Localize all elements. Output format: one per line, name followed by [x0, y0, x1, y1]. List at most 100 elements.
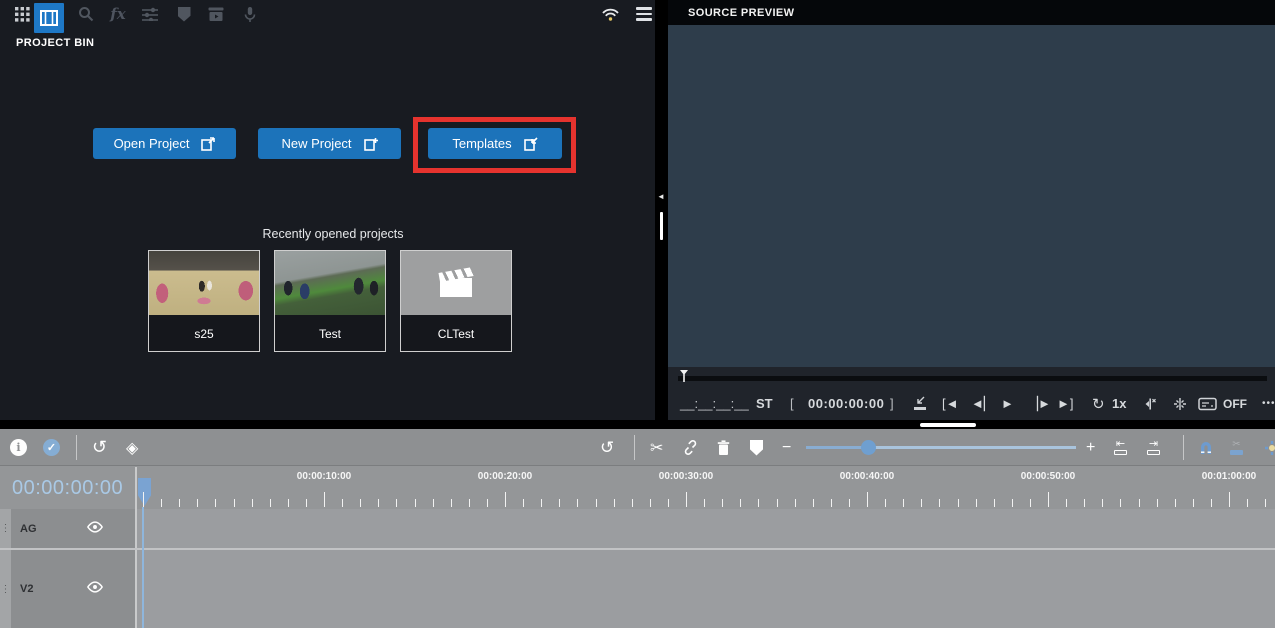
- ruler-tick: [1265, 499, 1267, 507]
- vertical-resize-handle[interactable]: [660, 212, 663, 240]
- project-card-s25[interactable]: s25: [148, 250, 260, 352]
- track-visibility-eye-icon[interactable]: [86, 520, 104, 538]
- waveform-fit-icon[interactable]: [1172, 387, 1188, 420]
- scrubber-playhead-icon[interactable]: [679, 369, 689, 388]
- track-lane-ag[interactable]: [137, 509, 1275, 548]
- timeline-ruler[interactable]: 00:00:10:00 00:00:20:00 00:00:30:00 00:00:4…: [137, 467, 1275, 509]
- ruler-tick: [885, 499, 887, 507]
- panel-divider-vertical[interactable]: ◄: [655, 0, 668, 420]
- adjust-sliders-icon[interactable]: [136, 0, 164, 28]
- shift-clip-right-icon[interactable]: ⇥: [1147, 429, 1160, 466]
- apps-grid-icon[interactable]: [8, 0, 36, 28]
- step-back-icon[interactable]: ◄▏: [971, 387, 994, 420]
- marker-shield-icon[interactable]: [170, 0, 198, 28]
- snap-magnet-icon[interactable]: [1198, 429, 1214, 466]
- source-timecode: __:__:__:__: [680, 396, 749, 411]
- project-thumbnail: [275, 251, 385, 315]
- delete-icon[interactable]: [716, 429, 731, 466]
- ruler-tick: [740, 499, 742, 507]
- project-bin-icon[interactable]: [34, 3, 64, 33]
- slider-track-filled: [806, 446, 868, 449]
- ruler-tick: [450, 499, 452, 507]
- clapperboard-icon: [401, 251, 511, 315]
- open-project-button[interactable]: Open Project: [93, 128, 236, 159]
- shift-clip-left-icon[interactable]: ⇤: [1114, 429, 1127, 466]
- track-lane-v2[interactable]: [137, 550, 1275, 628]
- ruler-tick: [1048, 492, 1049, 507]
- ruler-tick: [903, 499, 905, 507]
- ruler-tick: [1120, 499, 1122, 507]
- source-preview-viewport[interactable]: [668, 25, 1275, 367]
- history-icon[interactable]: ↺: [600, 429, 614, 466]
- layers-icon[interactable]: ◈: [126, 429, 138, 466]
- ruler-tick: [161, 499, 163, 507]
- unlink-icon[interactable]: [682, 429, 699, 466]
- timeline-panel: i ✓ ↺ ◈ ↺ ✂ − + ⇤ ⇥ ✂ 00:00:00:00 00:00:…: [0, 429, 1275, 628]
- new-project-button[interactable]: New Project: [258, 128, 401, 159]
- step-forward-icon[interactable]: ▕►: [1028, 387, 1051, 420]
- ruler-tick: [848, 499, 850, 507]
- menu-icon[interactable]: [630, 0, 658, 28]
- playhead-marker[interactable]: [138, 478, 151, 506]
- timeline-zoom-slider[interactable]: [806, 429, 1076, 466]
- track-header-ag[interactable]: ⋮ AG: [0, 509, 135, 548]
- wifi-icon[interactable]: [596, 0, 624, 28]
- track-drag-handle[interactable]: ⋮: [0, 509, 11, 548]
- info-icon[interactable]: i: [10, 429, 27, 466]
- media-export-icon[interactable]: [202, 0, 230, 28]
- slider-track: [868, 446, 1076, 449]
- ruler-tick: [269, 499, 271, 507]
- marker-flag-icon[interactable]: [750, 429, 763, 466]
- horizontal-resize-handle[interactable]: [920, 423, 976, 427]
- track-header-v2[interactable]: ⋮ V2: [0, 550, 135, 628]
- ruler-tick: [957, 499, 959, 507]
- track-drag-handle[interactable]: ⋮: [0, 550, 11, 628]
- ruler-tick: [921, 499, 923, 507]
- playhead-line[interactable]: [142, 507, 144, 628]
- insert-to-timeline-icon[interactable]: [912, 387, 928, 420]
- project-card-test[interactable]: Test: [274, 250, 386, 352]
- playback-speed-icon[interactable]: ↻: [1092, 387, 1105, 420]
- ruler-label: 00:00:20:00: [477, 471, 533, 482]
- project-name: s25: [194, 326, 214, 341]
- captions-state[interactable]: OFF: [1223, 387, 1247, 420]
- scrubber-track[interactable]: [678, 376, 1267, 381]
- razor-all-tracks-icon[interactable]: ✂: [1230, 429, 1243, 466]
- search-icon[interactable]: [72, 0, 100, 28]
- effects-fx-icon[interactable]: fx: [104, 0, 132, 28]
- confirm-check-icon[interactable]: ✓: [43, 429, 60, 466]
- project-card-cltest[interactable]: CLTest: [400, 250, 512, 352]
- track-name: V2: [20, 583, 34, 595]
- clipped-toolbar-icon[interactable]: [1264, 429, 1275, 466]
- zoom-out-icon[interactable]: −: [782, 429, 791, 466]
- goto-in-icon[interactable]: [◄: [942, 387, 958, 420]
- ruler-tick: [704, 499, 706, 507]
- slider-handle[interactable]: [861, 440, 876, 455]
- play-icon[interactable]: ►: [1001, 387, 1014, 420]
- ruler-tick: [342, 499, 344, 507]
- source-transport-bar: __:__:__:__ ST [ 00:00:00:00 ] [◄ ◄▏ ► ▕…: [668, 387, 1275, 420]
- ruler-tick: [867, 492, 868, 507]
- track-name: AG: [20, 522, 37, 535]
- goto-out-icon[interactable]: ►]: [1057, 387, 1073, 420]
- zoom-in-icon[interactable]: +: [1086, 429, 1095, 466]
- project-name: Test: [318, 326, 341, 341]
- ruler-tick: [577, 499, 579, 507]
- st-toggle[interactable]: ST: [756, 387, 773, 420]
- microphone-icon[interactable]: [236, 0, 264, 28]
- toolbar-divider: [76, 435, 77, 460]
- track-visibility-eye-icon[interactable]: [86, 580, 104, 598]
- source-scrubber[interactable]: [668, 367, 1275, 387]
- undo-icon[interactable]: ↺: [92, 429, 107, 466]
- ruler-tick: [233, 499, 235, 507]
- panel-divider-horizontal[interactable]: [0, 420, 1275, 429]
- collapse-panel-icon[interactable]: ◄: [657, 192, 665, 201]
- speed-value[interactable]: 1x: [1112, 387, 1126, 420]
- ruler-tick: [360, 499, 362, 507]
- timeline-toolbar: i ✓ ↺ ◈ ↺ ✂ − + ⇤ ⇥ ✂: [0, 429, 1275, 466]
- audio-scrub-mute-icon[interactable]: [1140, 387, 1158, 420]
- cut-icon[interactable]: ✂: [650, 429, 663, 466]
- shift-left-glyph: ⇤: [1115, 438, 1126, 450]
- more-options-icon[interactable]: •••: [1262, 387, 1275, 420]
- captions-icon[interactable]: [1198, 387, 1217, 420]
